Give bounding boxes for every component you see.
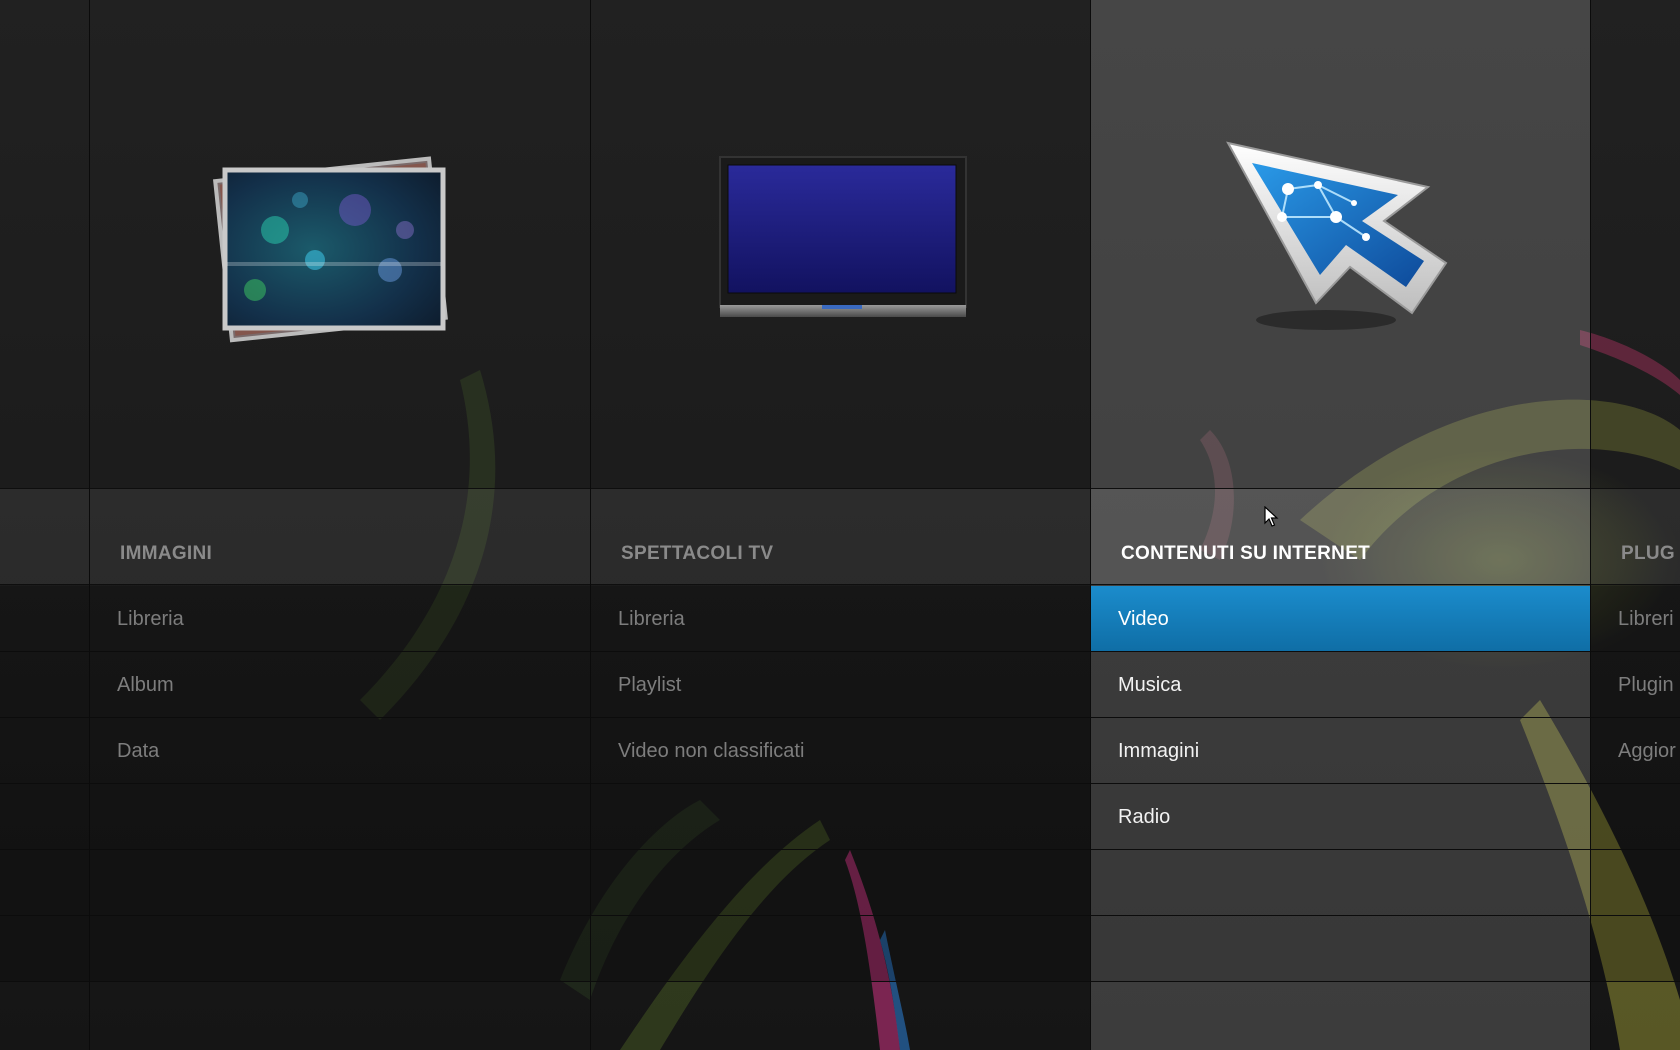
column-header-band	[1591, 488, 1680, 585]
empty-row	[1591, 784, 1680, 850]
menu-item-data[interactable]: Data	[90, 718, 590, 784]
icon-area	[1091, 0, 1590, 488]
menu-item-label: Playlist	[618, 674, 682, 696]
menu-item-label: Album	[117, 674, 174, 696]
menu-item-plugin[interactable]: Plugin	[1591, 652, 1680, 718]
menu-item-label: Libreria	[117, 608, 184, 630]
column-title[interactable]: CONTENUTI SU INTERNET	[1121, 543, 1370, 565]
menu-item-label: Plugin	[1618, 674, 1674, 696]
empty-row	[591, 916, 1090, 982]
column-title[interactable]: PLUG	[1621, 543, 1675, 565]
column-header-band	[90, 488, 590, 585]
menu-item-album[interactable]: Album	[90, 652, 590, 718]
menu-item-musica[interactable]: Musica	[1091, 652, 1590, 718]
empty-row	[591, 784, 1090, 850]
column-spettacoli-tv[interactable]: SPETTACOLI TV Libreria Playlist Video no…	[590, 0, 1090, 1050]
column-plugin-partial[interactable]: PLUG Libreri Plugin Aggior	[1590, 0, 1680, 1050]
menu-item-aggiornamenti[interactable]: Aggior	[1591, 718, 1680, 784]
menu-item-video[interactable]: Video	[1091, 586, 1590, 652]
menu-item-libreria[interactable]: Libreria	[591, 586, 1090, 652]
empty-row	[90, 916, 590, 982]
mouse-pointer-icon	[1264, 506, 1279, 527]
empty-row	[1091, 916, 1590, 982]
empty-row	[1591, 850, 1680, 916]
menu-item-radio[interactable]: Radio	[1091, 784, 1590, 850]
menu-item-label: Video non classificati	[618, 740, 805, 762]
left-row	[0, 850, 90, 916]
menu-item-immagini[interactable]: Immagini	[1091, 718, 1590, 784]
column-header-band	[1091, 488, 1590, 585]
network-cursor-icon	[1226, 141, 1448, 330]
menu-item-label: Libreri	[1618, 608, 1674, 630]
empty-row	[90, 850, 590, 916]
menu-item-label: Libreria	[618, 608, 685, 630]
left-row	[0, 916, 90, 982]
icon-area	[591, 0, 1090, 488]
menu-item-label: Video	[1118, 608, 1169, 630]
menu-item-label: Radio	[1118, 806, 1171, 828]
empty-row	[1591, 916, 1680, 982]
empty-row	[591, 850, 1090, 916]
menu-item-playlist[interactable]: Playlist	[591, 652, 1090, 718]
left-header-band	[0, 488, 90, 585]
menu-item-label: Immagini	[1118, 740, 1200, 762]
menu-item-label: Aggior	[1618, 740, 1676, 762]
menu-item-libreria[interactable]: Libreria	[90, 586, 590, 652]
left-row	[0, 586, 90, 652]
column-title[interactable]: IMMAGINI	[120, 543, 212, 565]
tv-icon	[719, 156, 967, 317]
menu-item-label: Data	[117, 740, 160, 762]
photo-stack-icon	[212, 156, 448, 343]
menu-item-label: Musica	[1118, 674, 1182, 696]
left-row	[0, 652, 90, 718]
left-row	[0, 718, 90, 784]
column-header-band	[591, 488, 1090, 585]
column-contenuti-su-internet[interactable]: CONTENUTI SU INTERNET Video Musica Immag…	[1090, 0, 1590, 1050]
icon-area	[1591, 0, 1680, 488]
column-immagini[interactable]: IMMAGINI Libreria Album Data	[89, 0, 590, 1050]
column-title[interactable]: SPETTACOLI TV	[621, 543, 773, 565]
menu-item-video-non-classificati[interactable]: Video non classificati	[591, 718, 1090, 784]
empty-row	[1091, 850, 1590, 916]
icon-area	[90, 0, 590, 488]
empty-row	[90, 784, 590, 850]
left-row	[0, 784, 90, 850]
menu-item-libreria[interactable]: Libreri	[1591, 586, 1680, 652]
left-partial-column	[0, 0, 90, 1050]
media-center-home: IMMAGINI Libreria Album Data SPETTACOLI …	[0, 0, 1680, 1050]
